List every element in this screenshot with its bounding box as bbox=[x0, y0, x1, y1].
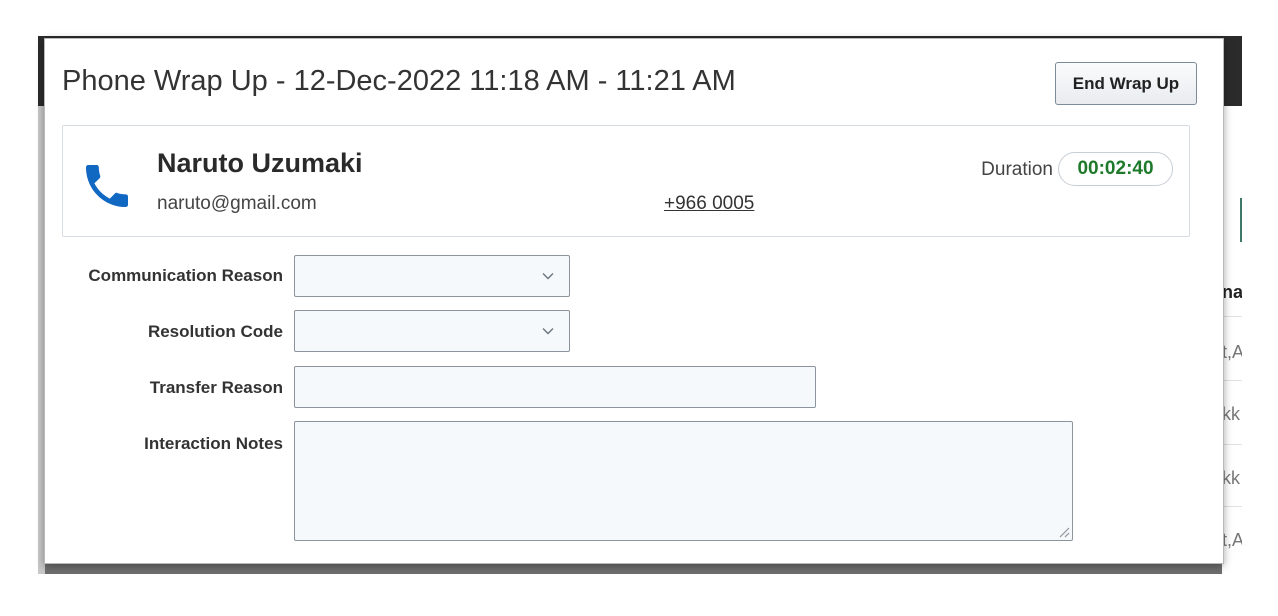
contact-phone-link[interactable]: +966 0005 bbox=[664, 193, 754, 215]
background-row-divider bbox=[1222, 444, 1242, 445]
interaction-notes-label: Interaction Notes bbox=[144, 434, 283, 453]
resolution-code-label: Resolution Code bbox=[147, 322, 283, 341]
communication-reason-select[interactable] bbox=[294, 255, 570, 297]
contact-card: Naruto Uzumaki naruto@gmail.com +966 000… bbox=[62, 125, 1190, 237]
duration-badge: 00:02:40 bbox=[1058, 152, 1173, 186]
phone-icon bbox=[86, 165, 128, 207]
interaction-notes-textarea[interactable] bbox=[294, 421, 1073, 541]
phone-wrap-up-dialog: Phone Wrap Up - 12-Dec-2022 11:18 AM - 1… bbox=[44, 38, 1224, 564]
background-cell-fragment: t,A bbox=[1222, 342, 1242, 362]
transfer-reason-label: Transfer Reason bbox=[149, 378, 283, 397]
contact-email: naruto@gmail.com bbox=[157, 193, 317, 214]
background-row-divider bbox=[1222, 506, 1242, 507]
duration-label: Duration bbox=[981, 159, 1053, 180]
background-table-edge: na t,A kk kk t,A bbox=[1222, 106, 1242, 574]
background-cell-fragment: kk bbox=[1222, 404, 1240, 424]
background-row-divider bbox=[1222, 316, 1242, 317]
resize-grip-icon[interactable] bbox=[1056, 524, 1070, 538]
resolution-code-select[interactable] bbox=[294, 310, 570, 352]
chevron-down-icon bbox=[542, 328, 554, 335]
background-row-divider bbox=[1222, 380, 1242, 381]
transfer-reason-input[interactable] bbox=[294, 366, 816, 408]
background-button-edge bbox=[1240, 198, 1242, 242]
background-cell-fragment: t,A bbox=[1222, 530, 1242, 550]
contact-name: Naruto Uzumaki bbox=[157, 148, 363, 178]
dialog-title: Phone Wrap Up - 12-Dec-2022 11:18 AM - 1… bbox=[62, 65, 736, 97]
background-table-header-fragment: na bbox=[1222, 282, 1242, 302]
chevron-down-icon bbox=[542, 273, 554, 280]
communication-reason-label: Communication Reason bbox=[88, 266, 283, 285]
background-cell-fragment: kk bbox=[1222, 468, 1240, 488]
end-wrap-up-button[interactable]: End Wrap Up bbox=[1055, 62, 1197, 105]
